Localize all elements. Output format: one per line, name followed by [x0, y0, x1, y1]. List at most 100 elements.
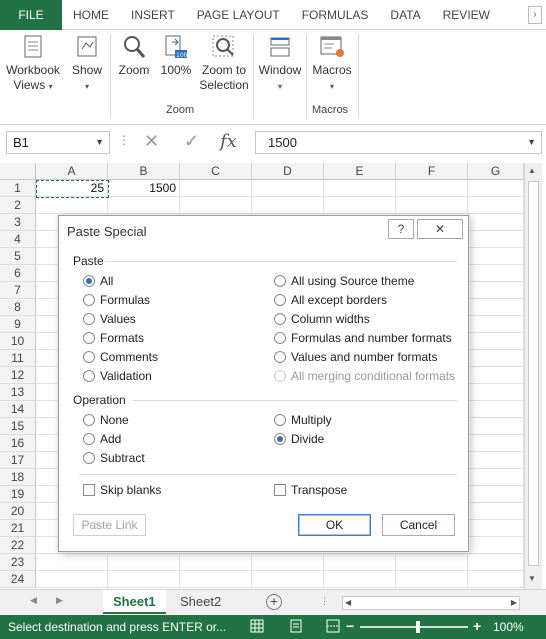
- workbook-views-button[interactable]: Workbook Views ▾: [4, 34, 62, 94]
- tab-file[interactable]: FILE: [0, 0, 62, 30]
- row-header-17[interactable]: 17: [0, 452, 36, 469]
- row-header-23[interactable]: 23: [0, 554, 36, 571]
- radio-button[interactable]: [83, 313, 95, 325]
- scroll-left-icon[interactable]: ◀: [345, 597, 351, 609]
- column-header-e[interactable]: E: [324, 163, 396, 180]
- radio-button[interactable]: [83, 452, 95, 464]
- skip-blanks-box[interactable]: [83, 484, 95, 496]
- radio-button[interactable]: [83, 275, 95, 287]
- radio-button[interactable]: [274, 351, 286, 363]
- vertical-scroll-thumb[interactable]: [528, 181, 539, 566]
- row-header-7[interactable]: 7: [0, 282, 36, 299]
- window-button[interactable]: Window ▾: [256, 34, 304, 94]
- transpose-box[interactable]: [274, 484, 286, 496]
- tab-formulas[interactable]: FORMULAS: [291, 0, 380, 30]
- radio-button[interactable]: [83, 433, 95, 445]
- radio-button[interactable]: [83, 294, 95, 306]
- vertical-scrollbar[interactable]: ▲ ▼: [524, 163, 542, 589]
- row-header-1[interactable]: 1: [0, 180, 36, 197]
- radio-button[interactable]: [83, 332, 95, 344]
- row-header-24[interactable]: 24: [0, 571, 36, 588]
- column-header-a[interactable]: A: [36, 163, 108, 180]
- normal-view-icon[interactable]: [250, 619, 264, 633]
- radio-button[interactable]: [274, 313, 286, 325]
- row-header-22[interactable]: 22: [0, 537, 36, 554]
- chevron-down-icon[interactable]: ▼: [95, 132, 104, 153]
- insert-function-icon[interactable]: fx: [220, 131, 237, 152]
- row-header-11[interactable]: 11: [0, 350, 36, 367]
- row-header-19[interactable]: 19: [0, 486, 36, 503]
- ok-button[interactable]: OK: [298, 514, 371, 536]
- row-header-15[interactable]: 15: [0, 418, 36, 435]
- row-header-10[interactable]: 10: [0, 333, 36, 350]
- radio-button[interactable]: [83, 370, 95, 382]
- cancel-button[interactable]: Cancel: [382, 514, 455, 536]
- radio-button[interactable]: [274, 433, 286, 445]
- row-header-8[interactable]: 8: [0, 299, 36, 316]
- paste-link-button[interactable]: Paste Link: [73, 514, 146, 536]
- scroll-down-icon[interactable]: ▼: [528, 574, 536, 583]
- radio-button[interactable]: [83, 351, 95, 363]
- tab-insert[interactable]: INSERT: [120, 0, 186, 30]
- row-header-3[interactable]: 3: [0, 214, 36, 231]
- cancel-entry-icon[interactable]: ✕: [144, 131, 159, 152]
- radio-button[interactable]: [274, 275, 286, 287]
- row-header-2[interactable]: 2: [0, 197, 36, 214]
- macros-button[interactable]: Macros ▾: [310, 34, 354, 94]
- sheet-nav-prev-icon[interactable]: ◀: [30, 595, 37, 606]
- zoom-in-icon[interactable]: +: [473, 618, 481, 634]
- row-header-14[interactable]: 14: [0, 401, 36, 418]
- row-header-6[interactable]: 6: [0, 265, 36, 282]
- select-all-corner[interactable]: [0, 163, 36, 180]
- page-layout-view-icon[interactable]: [289, 619, 303, 633]
- column-header-g[interactable]: G: [468, 163, 524, 180]
- tab-data[interactable]: DATA: [379, 0, 431, 30]
- cell-b1[interactable]: 1500: [108, 180, 180, 197]
- zoom-out-icon[interactable]: −: [346, 618, 354, 634]
- radio-button[interactable]: [274, 414, 286, 426]
- zoom-slider-thumb[interactable]: [416, 621, 420, 633]
- column-header-d[interactable]: D: [252, 163, 324, 180]
- column-header-c[interactable]: C: [180, 163, 252, 180]
- row-header-16[interactable]: 16: [0, 435, 36, 452]
- radio-button[interactable]: [274, 294, 286, 306]
- zoom-to-selection-button[interactable]: Zoom to Selection: [198, 34, 250, 93]
- page-break-view-icon[interactable]: [326, 619, 340, 633]
- tab-review[interactable]: REVIEW: [432, 0, 501, 30]
- close-button[interactable]: ✕: [417, 219, 463, 239]
- tab-page-layout[interactable]: PAGE LAYOUT: [186, 0, 291, 30]
- zoom-button[interactable]: Zoom: [114, 34, 154, 78]
- column-header-f[interactable]: F: [396, 163, 468, 180]
- tab-scroll-right-icon[interactable]: ›: [528, 6, 542, 24]
- row-header-4[interactable]: 4: [0, 231, 36, 248]
- name-box[interactable]: B1 ▼: [6, 131, 110, 154]
- sheet-tab-sheet1[interactable]: Sheet1: [103, 590, 166, 614]
- sheet-nav-next-icon[interactable]: ▶: [56, 595, 63, 606]
- zoom-slider[interactable]: [360, 626, 468, 628]
- tab-home[interactable]: HOME: [62, 0, 120, 30]
- row-header-12[interactable]: 12: [0, 367, 36, 384]
- horizontal-scrollbar[interactable]: ◀ ▶: [342, 596, 520, 610]
- radio-button[interactable]: [274, 332, 286, 344]
- show-button[interactable]: Show ▾: [68, 34, 106, 94]
- sheet-tab-sheet2[interactable]: Sheet2: [170, 590, 231, 614]
- zoom-100-button[interactable]: 100 100%: [158, 34, 194, 78]
- ribbon-separator: [306, 34, 307, 119]
- scroll-right-icon[interactable]: ▶: [511, 597, 517, 609]
- zoom-percentage[interactable]: 100%: [493, 620, 524, 634]
- row-header-18[interactable]: 18: [0, 469, 36, 486]
- row-header-9[interactable]: 9: [0, 316, 36, 333]
- confirm-entry-icon[interactable]: ✓: [184, 131, 199, 152]
- formula-input[interactable]: 1500 ▼: [255, 131, 542, 154]
- column-header-b[interactable]: B: [108, 163, 180, 180]
- row-header-13[interactable]: 13: [0, 384, 36, 401]
- horizontal-scroll-thumb[interactable]: [357, 598, 507, 608]
- scroll-up-icon[interactable]: ▲: [528, 166, 536, 175]
- row-header-5[interactable]: 5: [0, 248, 36, 265]
- row-header-21[interactable]: 21: [0, 520, 36, 537]
- help-button[interactable]: ?: [388, 219, 414, 239]
- row-header-20[interactable]: 20: [0, 503, 36, 520]
- expand-formula-icon[interactable]: ▼: [527, 132, 536, 153]
- radio-button[interactable]: [83, 414, 95, 426]
- add-sheet-icon[interactable]: +: [266, 594, 282, 610]
